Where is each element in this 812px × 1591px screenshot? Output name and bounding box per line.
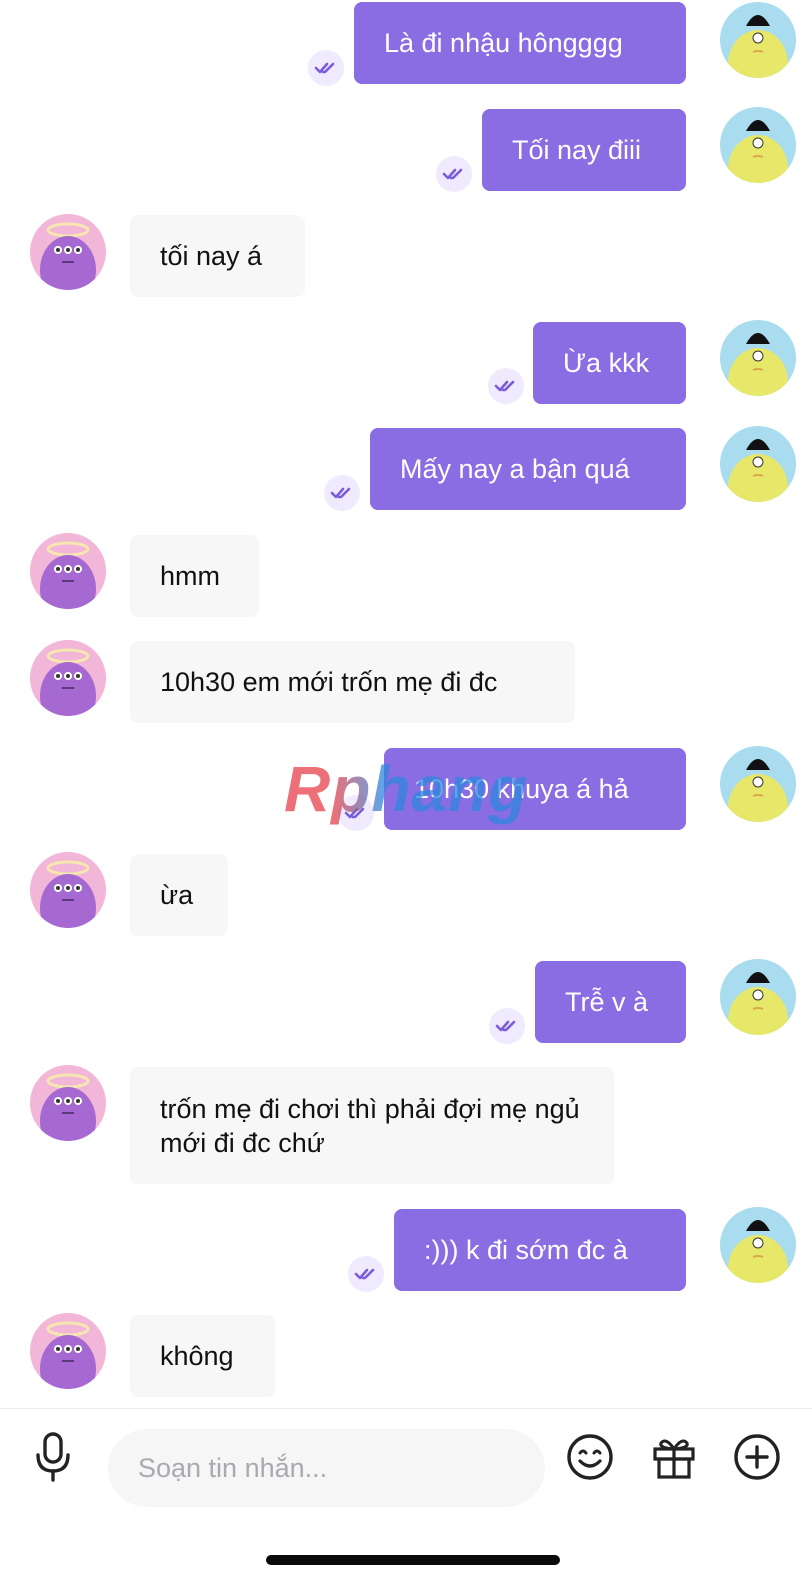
gift-icon[interactable]	[647, 1430, 701, 1484]
user-avatar[interactable]	[720, 959, 796, 1035]
message-bubble-outgoing[interactable]: Ừa kkk	[533, 322, 686, 404]
message-text: ừa	[160, 880, 194, 910]
message-bubble-incoming[interactable]: trốn mẹ đi chơi thì phải đợi mẹ ngủ mới …	[130, 1067, 614, 1184]
read-receipt-icon	[488, 368, 524, 404]
message-bubble-incoming[interactable]: hmm	[130, 535, 259, 617]
contact-avatar[interactable]	[30, 533, 106, 609]
home-indicator	[266, 1555, 560, 1565]
message-text: tối nay á	[160, 241, 263, 271]
message-text: Mấy nay a bận quá	[400, 454, 630, 484]
read-receipt-icon	[489, 1008, 525, 1044]
user-avatar[interactable]	[720, 1207, 796, 1283]
contact-avatar[interactable]	[30, 640, 106, 716]
read-receipt-icon	[338, 795, 374, 831]
user-avatar[interactable]	[720, 426, 796, 502]
microphone-icon[interactable]	[26, 1430, 80, 1484]
message-text: Ừa kkk	[563, 348, 650, 378]
message-bubble-outgoing[interactable]: 10h30 khuya á hả	[384, 748, 686, 830]
user-avatar[interactable]	[720, 746, 796, 822]
message-bubble-incoming[interactable]: không	[130, 1315, 275, 1397]
message-text: Trễ v à	[565, 987, 649, 1017]
user-avatar[interactable]	[720, 320, 796, 396]
message-input[interactable]	[108, 1429, 545, 1507]
contact-avatar[interactable]	[30, 852, 106, 928]
message-bubble-outgoing[interactable]: Là đi nhậu hôngggg	[354, 2, 686, 84]
contact-avatar[interactable]	[30, 1065, 106, 1141]
message-bubble-incoming[interactable]: ừa	[130, 854, 228, 936]
contact-avatar[interactable]	[30, 1313, 106, 1389]
message-bubble-outgoing[interactable]: Trễ v à	[535, 961, 686, 1043]
message-text: không	[160, 1341, 234, 1371]
message-text: hmm	[160, 561, 220, 591]
message-bubble-outgoing[interactable]: :))) k đi sớm đc à	[394, 1209, 686, 1291]
message-bubble-incoming[interactable]: tối nay á	[130, 215, 305, 297]
user-avatar[interactable]	[720, 107, 796, 183]
message-bubble-outgoing[interactable]: Tối nay điii	[482, 109, 686, 191]
chat-thread[interactable]: Là đi nhậu hôngggg Tối nay điii tối nay …	[0, 0, 812, 1408]
plus-circle-icon[interactable]	[730, 1430, 784, 1484]
read-receipt-icon	[308, 50, 344, 86]
message-text: trốn mẹ đi chơi thì phải đợi mẹ ngủ mới …	[160, 1093, 580, 1158]
message-text: 10h30 em mới trốn mẹ đi đc	[160, 667, 498, 697]
user-avatar[interactable]	[720, 2, 796, 78]
read-receipt-icon	[436, 156, 472, 192]
message-bubble-outgoing[interactable]: Mấy nay a bận quá	[370, 428, 686, 510]
message-text: 10h30 khuya á hả	[414, 774, 629, 804]
message-text: Là đi nhậu hôngggg	[384, 28, 623, 58]
contact-avatar[interactable]	[30, 214, 106, 290]
message-bubble-incoming[interactable]: 10h30 em mới trốn mẹ đi đc	[130, 641, 575, 723]
smiley-icon[interactable]	[563, 1430, 617, 1484]
message-text: Tối nay điii	[512, 135, 642, 165]
read-receipt-icon	[348, 1256, 384, 1292]
message-text: :))) k đi sớm đc à	[424, 1235, 628, 1265]
read-receipt-icon	[324, 475, 360, 511]
